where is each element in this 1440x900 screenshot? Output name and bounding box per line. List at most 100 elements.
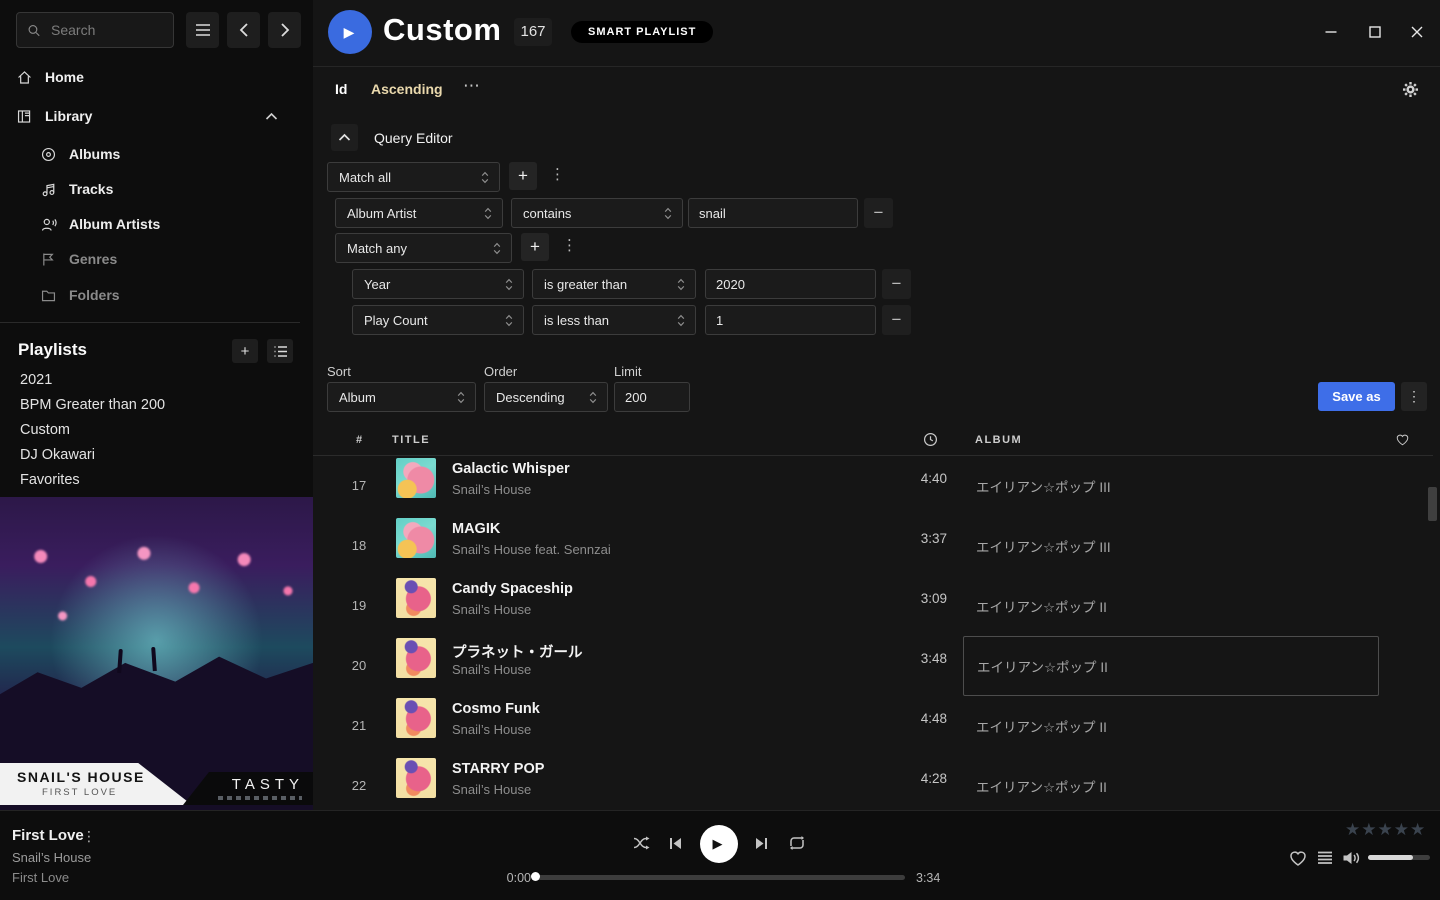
save-options-button[interactable]: ⋮ xyxy=(1401,382,1427,411)
sub-label: Folders xyxy=(69,287,120,303)
order-select[interactable]: Descending xyxy=(484,382,608,412)
playlist-item[interactable]: DJ Okawari xyxy=(20,447,290,465)
rule3-operator-select[interactable]: is less than xyxy=(532,305,696,335)
select-caret-icon xyxy=(676,277,686,292)
track-artist: Snail’s House xyxy=(452,482,531,497)
star-icon[interactable]: ★ xyxy=(1361,820,1377,839)
add-playlist-button[interactable]: + xyxy=(232,339,258,363)
remove-rule3-button[interactable]: − xyxy=(882,305,911,335)
duration-clock-icon[interactable] xyxy=(923,432,938,447)
repeat-icon[interactable] xyxy=(787,834,807,852)
window-minimize-button[interactable] xyxy=(1316,17,1346,47)
rating-stars[interactable]: ★★★★★ xyxy=(1345,820,1426,840)
add-rule-button-group2[interactable]: + xyxy=(521,233,549,261)
track-duration: 3:37 xyxy=(861,531,947,546)
rule1-operator-select[interactable]: contains xyxy=(511,198,683,228)
menu-button[interactable] xyxy=(186,12,219,48)
rule2-operator-select[interactable]: is greater than xyxy=(532,269,696,299)
back-button[interactable] xyxy=(227,12,260,48)
playlist-options-button[interactable] xyxy=(267,339,293,363)
main-content: ▶ Custom 167 SMART PLAYLIST Id Ascending… xyxy=(313,0,1440,810)
rule1-field-select[interactable]: Album Artist xyxy=(335,198,503,228)
track-title: STARRY POP xyxy=(452,761,544,777)
track-art xyxy=(396,758,436,798)
sidebar-item-tracks[interactable]: Tracks xyxy=(40,179,113,199)
remove-rule1-button[interactable]: − xyxy=(864,198,893,228)
column-number[interactable]: # xyxy=(356,434,364,446)
playlist-item-selected[interactable]: Custom xyxy=(20,422,290,440)
sidebar-item-album-artists[interactable]: Album Artists xyxy=(40,214,160,234)
playlist-item[interactable]: Favorites xyxy=(20,472,290,490)
play-pause-button[interactable]: ▶ xyxy=(700,825,738,863)
sort-select[interactable]: Album xyxy=(327,382,476,412)
next-track-icon[interactable] xyxy=(753,836,769,851)
save-as-button[interactable]: Save as xyxy=(1318,382,1395,411)
sidebar-item-library[interactable]: Library xyxy=(16,106,296,126)
plus-icon: + xyxy=(241,343,250,360)
add-rule-button-group1[interactable]: + xyxy=(509,162,537,190)
column-album[interactable]: ALBUM xyxy=(975,434,1022,446)
star-icon[interactable]: ★ xyxy=(1394,820,1410,839)
play-playlist-button[interactable]: ▶ xyxy=(328,10,372,54)
seek-bar[interactable] xyxy=(535,875,905,880)
group1-menu-button[interactable]: ⋮ xyxy=(550,167,565,182)
rule1-value-input[interactable] xyxy=(688,198,858,228)
rule2-field-select[interactable]: Year xyxy=(352,269,524,299)
window-maximize-button[interactable] xyxy=(1360,17,1390,47)
artwork-label-sub xyxy=(218,796,302,800)
match-type-select-group1[interactable]: Match all xyxy=(327,162,500,192)
rule3-field-select[interactable]: Play Count xyxy=(352,305,524,335)
window-close-button[interactable] xyxy=(1402,17,1432,47)
track-duration: 3:09 xyxy=(861,591,947,606)
table-row[interactable]: 20 プラネット・ガール Snail’s House 3:48 エイリアン☆ポッ… xyxy=(313,636,1440,696)
star-icon[interactable]: ★ xyxy=(1345,820,1361,839)
sort-direction-button[interactable]: Ascending xyxy=(371,81,443,97)
toolbar-more-button[interactable]: ⋯ xyxy=(463,76,481,96)
star-icon[interactable]: ★ xyxy=(1410,820,1426,839)
now-playing-menu-button[interactable]: ⋮ xyxy=(82,828,96,845)
volume-slider[interactable] xyxy=(1368,855,1430,860)
table-row[interactable]: 18 MAGIK Snail’s House feat. Sennzai 3:3… xyxy=(313,516,1440,576)
rule2-value-input[interactable] xyxy=(705,269,876,299)
column-title[interactable]: TITLE xyxy=(392,434,430,446)
queue-icon[interactable] xyxy=(1317,851,1333,865)
rule3-value-input[interactable] xyxy=(705,305,876,335)
tracks-icon xyxy=(40,181,57,198)
scrollbar-thumb[interactable] xyxy=(1428,487,1437,521)
limit-input[interactable] xyxy=(614,382,690,412)
search-input[interactable] xyxy=(49,21,163,39)
remove-rule2-button[interactable]: − xyxy=(882,269,911,299)
playlist-item[interactable]: BPM Greater than 200 xyxy=(20,397,290,415)
track-title: Cosmo Funk xyxy=(452,701,540,717)
table-row[interactable]: 17 Galactic Whisper Snail’s House 4:40 エ… xyxy=(313,456,1440,516)
playlist-item[interactable]: 2021 xyxy=(20,372,290,390)
folder-icon xyxy=(40,287,57,304)
volume-icon[interactable] xyxy=(1341,849,1361,867)
table-row[interactable]: 19 Candy Spaceship Snail’s House 3:09 エイ… xyxy=(313,576,1440,636)
sidebar-item-home[interactable]: Home xyxy=(16,67,296,87)
track-album: エイリアン☆ポップ II xyxy=(963,576,1379,636)
group2-menu-button[interactable]: ⋮ xyxy=(562,238,577,253)
forward-button[interactable] xyxy=(268,12,301,48)
table-row[interactable]: 22 STARRY POP Snail’s House 4:28 エイリアン☆ポ… xyxy=(313,756,1440,810)
favorite-heart-icon[interactable] xyxy=(1288,849,1308,867)
order-label: Order xyxy=(484,364,517,379)
minus-icon: − xyxy=(892,310,902,330)
seek-handle[interactable] xyxy=(531,872,540,881)
sort-field-button[interactable]: Id xyxy=(335,81,347,97)
track-album-focused[interactable]: エイリアン☆ポップ II xyxy=(963,636,1379,696)
star-icon[interactable]: ★ xyxy=(1378,820,1394,839)
track-title: Galactic Whisper xyxy=(452,461,570,477)
table-row[interactable]: 21 Cosmo Funk Snail’s House 4:48 エイリアン☆ポ… xyxy=(313,696,1440,756)
settings-gear-icon[interactable] xyxy=(1401,80,1420,99)
sidebar-item-genres[interactable]: Genres xyxy=(40,249,117,269)
shuffle-icon[interactable] xyxy=(632,834,652,852)
match-type-select-group2[interactable]: Match any xyxy=(335,233,512,263)
query-editor-collapse-button[interactable] xyxy=(331,124,358,151)
favorite-heart-icon[interactable] xyxy=(1395,432,1410,447)
sidebar-item-albums[interactable]: Albums xyxy=(40,144,120,164)
sidebar-item-folders[interactable]: Folders xyxy=(40,285,120,305)
search-icon xyxy=(27,23,41,38)
track-album: エイリアン☆ポップ II xyxy=(963,696,1379,756)
previous-track-icon[interactable] xyxy=(668,836,684,851)
